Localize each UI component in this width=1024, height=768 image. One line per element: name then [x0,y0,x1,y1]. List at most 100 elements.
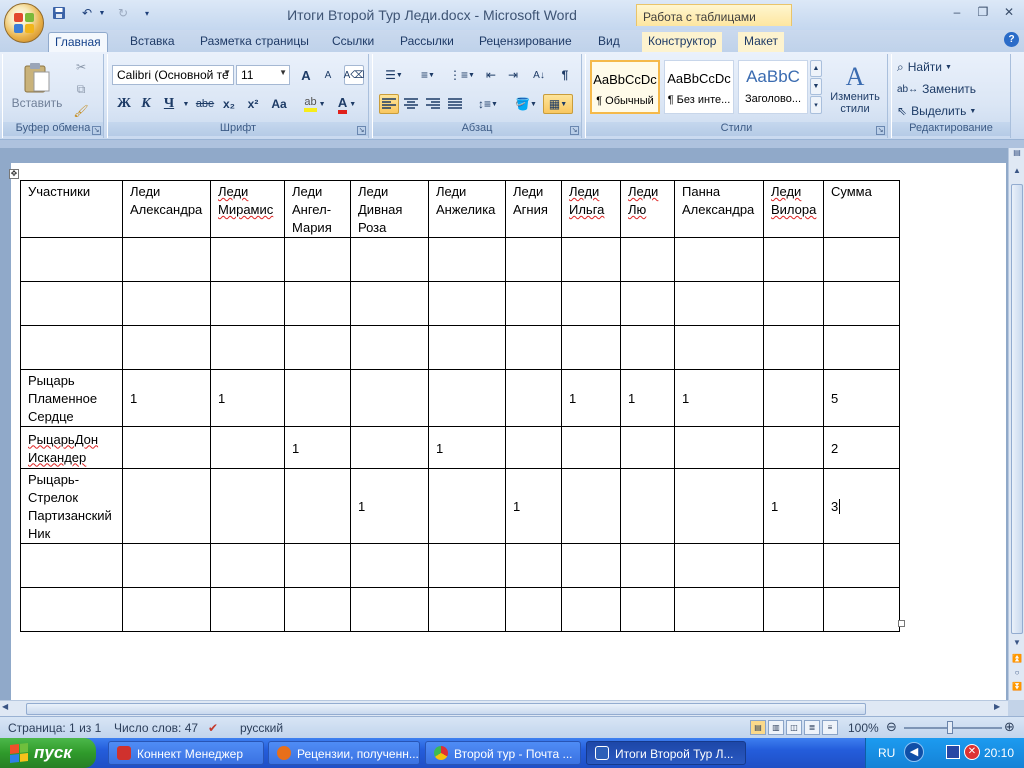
grow-font-button[interactable]: A [296,65,316,85]
shrink-font-button[interactable]: A [318,65,338,85]
score-cell[interactable]: 1 [620,369,675,427]
score-cell[interactable] [428,587,506,632]
participant-cell[interactable] [20,543,123,588]
results-table[interactable]: Участники Леди Александра Леди Мирамис Леди… [20,180,900,632]
score-cell[interactable]: 1 [561,369,621,427]
style-normal[interactable]: AaBbCcDc ¶ Обычный [590,60,660,114]
full-screen-reading-icon[interactable]: ▥ [768,720,784,735]
score-cell[interactable]: 1 [674,369,764,427]
score-cell[interactable] [284,369,351,427]
sum-cell[interactable] [823,281,900,326]
page-indicator[interactable]: Страница: 1 из 1 [8,721,101,735]
score-cell[interactable] [210,281,285,326]
format-painter-icon[interactable]: 🖌 [71,102,91,120]
decrease-indent-icon[interactable]: ⇤ [481,65,501,85]
tab-layout[interactable]: Макет [738,32,784,52]
header-cell-sum[interactable]: Сумма [823,180,900,238]
score-cell[interactable] [284,325,351,370]
subscript-button[interactable]: x₂ [218,94,240,114]
score-cell[interactable] [674,426,764,469]
score-cell[interactable]: 1 [350,468,429,544]
style-heading[interactable]: AaBbC Заголово... [738,60,808,114]
highlight-button[interactable]: ab ▼ [300,94,330,114]
score-cell[interactable] [763,426,824,469]
paste-button[interactable]: Вставить [9,56,65,116]
score-cell[interactable]: 1 [210,369,285,427]
style-no-spacing[interactable]: AaBbCcDc ¶ Без инте... [664,60,734,114]
score-cell[interactable] [350,281,429,326]
horizontal-scrollbar[interactable]: ◀ ▶ [0,700,1008,716]
score-cell[interactable] [763,543,824,588]
score-cell[interactable] [763,369,824,427]
score-cell[interactable] [763,237,824,282]
show-marks-button[interactable]: ¶ [555,65,575,85]
score-cell[interactable]: 1 [122,369,211,427]
participant-cell[interactable] [20,281,123,326]
clipboard-launcher-icon[interactable]: ↘ [92,126,101,135]
score-cell[interactable] [122,426,211,469]
score-cell[interactable]: 1 [428,426,506,469]
score-cell[interactable] [620,281,675,326]
score-cell[interactable] [350,543,429,588]
header-cell-lady[interactable]: Панна Александра [674,180,764,238]
score-cell[interactable] [561,426,621,469]
styles-scroll-down-icon[interactable]: ▼ [810,78,822,95]
score-cell[interactable] [428,543,506,588]
browse-object-icon[interactable]: ○ [1009,668,1024,682]
score-cell[interactable] [674,468,764,544]
sum-cell[interactable] [823,587,900,632]
score-cell[interactable]: 1 [284,426,351,469]
participant-cell[interactable]: Рыцарь-Стрелок Партизанский Ник [20,468,123,544]
change-case-button[interactable]: Aa [266,94,292,114]
tab-mailings[interactable]: Рассылки [394,32,460,52]
score-cell[interactable] [505,587,562,632]
zoom-level[interactable]: 100% [848,721,879,735]
score-cell[interactable] [210,325,285,370]
score-cell[interactable] [561,325,621,370]
font-size-combo[interactable]: 11 ▼ [236,65,290,85]
score-cell[interactable] [561,543,621,588]
participant-cell[interactable]: Рыцарь Пламенное Сердце [20,369,123,427]
score-cell[interactable] [428,468,506,544]
header-cell-lady[interactable]: Леди Ангел-Мария [284,180,351,238]
superscript-button[interactable]: x² [242,94,264,114]
task-connect-manager[interactable]: Коннект Менеджер [108,741,264,765]
score-cell[interactable] [505,281,562,326]
score-cell[interactable] [674,281,764,326]
draft-view-icon[interactable]: ≡ [822,720,838,735]
score-cell[interactable] [210,543,285,588]
score-cell[interactable] [674,587,764,632]
paragraph-launcher-icon[interactable]: ↘ [570,126,579,135]
font-name-combo[interactable]: Calibri (Основной те ▼ [112,65,234,85]
score-cell[interactable] [505,426,562,469]
styles-more-icon[interactable]: ▾ [810,96,822,114]
task-word-document[interactable]: Итоги Второй Тур Л... [586,741,746,765]
previous-page-icon[interactable]: ⏫ [1009,654,1024,668]
font-launcher-icon[interactable]: ↘ [357,126,366,135]
sum-cell[interactable] [823,543,900,588]
select-button[interactable]: ⇖ Выделить ▼ [896,102,1006,120]
score-cell[interactable] [561,281,621,326]
zoom-slider-thumb[interactable] [947,721,953,734]
zoom-out-icon[interactable]: ⊖ [886,719,897,735]
copy-icon[interactable]: ⧉ [71,80,91,98]
header-cell-lady[interactable]: Леди Вилора [763,180,824,238]
score-cell[interactable] [122,281,211,326]
score-cell[interactable] [122,543,211,588]
score-cell[interactable] [428,325,506,370]
score-cell[interactable] [122,587,211,632]
task-chrome-mail[interactable]: Второй тур - Почта ... [425,741,581,765]
outline-view-icon[interactable]: ≣ [804,720,820,735]
score-cell[interactable] [674,237,764,282]
italic-button[interactable]: К [136,94,156,114]
score-cell[interactable] [620,543,675,588]
vertical-scroll-thumb[interactable] [1011,184,1023,634]
score-cell[interactable] [620,325,675,370]
scroll-up-icon[interactable]: ▲ [1009,166,1024,180]
numbering-icon[interactable]: ≡ ▼ [413,65,443,85]
sum-cell[interactable]: 2 [823,426,900,469]
tab-view[interactable]: Вид [592,32,626,52]
score-cell[interactable] [122,325,211,370]
tray-app-icon[interactable] [946,745,960,759]
language-bar[interactable]: RU [878,746,895,760]
